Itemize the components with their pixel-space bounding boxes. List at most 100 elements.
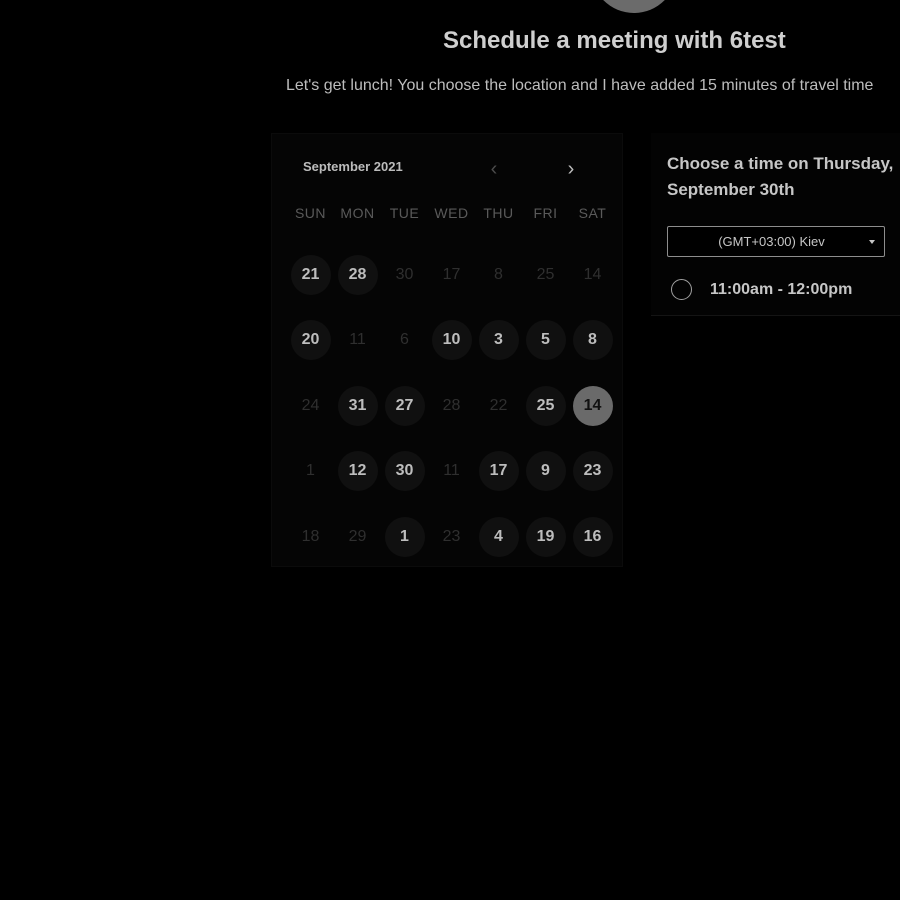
calendar-day[interactable]: 10 (431, 320, 472, 361)
calendar-day: 29 (348, 527, 367, 545)
calendar-day-selected[interactable]: 14 (572, 385, 613, 426)
calendar-day-cell: 11 (334, 308, 381, 374)
calendar-day-cell: 30 (381, 242, 428, 308)
calendar-day: 23 (442, 527, 461, 545)
calendar-day-cell: 21 (287, 242, 334, 308)
calendar-day-cell: 19 (522, 504, 569, 570)
calendar-day-cell: 6 (381, 308, 428, 374)
calendar-day-cell: 23 (428, 504, 475, 570)
calendar-day-cell: 14 (569, 242, 616, 308)
calendar-day: 11 (349, 331, 366, 349)
calendar-day[interactable]: 16 (572, 516, 613, 557)
time-slot-label: 11:00am - 12:00pm (710, 280, 853, 298)
calendar-day-cell: 17 (475, 439, 522, 505)
calendar-day[interactable]: 30 (384, 451, 425, 492)
weekday-label: SAT (578, 205, 607, 221)
calendar-day-cell: 27 (381, 373, 428, 439)
calendar-day: 24 (301, 396, 320, 414)
weekday-label: WED (434, 205, 469, 221)
calendar-day[interactable]: 31 (337, 385, 378, 426)
weekday-label: SUN (294, 205, 327, 221)
calendar-day: 14 (583, 265, 602, 283)
weekday-label: MON (340, 205, 375, 221)
calendar-day: 18 (301, 527, 320, 545)
page-title: Schedule a meeting with 6test (443, 27, 786, 54)
calendar-day-cell: 22 (475, 373, 522, 439)
calendar-day-cell: 5 (522, 308, 569, 374)
calendar-day-cell: 23 (569, 439, 616, 505)
calendar-day: 6 (400, 331, 409, 349)
caret-down-icon (869, 239, 875, 244)
calendar-day-cell: 16 (569, 504, 616, 570)
calendar-day[interactable]: 23 (572, 451, 613, 492)
calendar: September 2021 ‹ › SUN MON TUE WED THU F… (271, 133, 623, 567)
calendar-day-cell: 8 (569, 308, 616, 374)
calendar-day-cell: 25 (522, 242, 569, 308)
calendar-day-cell: 9 (522, 439, 569, 505)
calendar-day: 1 (306, 462, 315, 480)
calendar-day-cell: 3 (475, 308, 522, 374)
calendar-day-cell: 28 (428, 373, 475, 439)
calendar-day-cell: 14 (569, 373, 616, 439)
calendar-day-cell: 31 (334, 373, 381, 439)
calendar-day-cell: 28 (334, 242, 381, 308)
calendar-day-cell: 1 (381, 504, 428, 570)
calendar-day-cell: 29 (334, 504, 381, 570)
calendar-day[interactable]: 20 (290, 320, 331, 361)
calendar-day-cell: 12 (334, 439, 381, 505)
calendar-day: 11 (443, 462, 460, 480)
weekday-header: SUN MON TUE WED THU FRI SAT (287, 205, 616, 221)
timezone-select[interactable]: (GMT+03:00) Kiev (667, 226, 885, 257)
calendar-day: 28 (442, 396, 461, 414)
chevron-right-icon[interactable]: › (560, 158, 582, 180)
calendar-day-cell: 25 (522, 373, 569, 439)
calendar-day[interactable]: 1 (384, 516, 425, 557)
time-picker-panel: Choose a time on Thursday, September 30t… (651, 133, 900, 316)
calendar-day[interactable]: 25 (525, 385, 566, 426)
calendar-day[interactable]: 9 (525, 451, 566, 492)
calendar-day-cell: 4 (475, 504, 522, 570)
calendar-day: 30 (395, 265, 414, 283)
calendar-week-row: 20 11 6 10 3 5 8 (287, 308, 616, 374)
calendar-day-cell: 10 (428, 308, 475, 374)
calendar-day[interactable]: 4 (478, 516, 519, 557)
weekday-label: FRI (533, 205, 558, 221)
weekday-label: THU (483, 205, 514, 221)
calendar-week-row: 1 12 30 11 17 9 23 (287, 439, 616, 505)
calendar-day-cell: 1 (287, 439, 334, 505)
avatar (591, 0, 677, 13)
calendar-week-row: 21 28 30 17 8 25 14 (287, 242, 616, 308)
calendar-day-cell: 24 (287, 373, 334, 439)
chevron-left-icon[interactable]: ‹ (483, 158, 505, 180)
calendar-day-cell: 18 (287, 504, 334, 570)
timezone-value: (GMT+03:00) Kiev (718, 234, 825, 249)
calendar-day: 8 (494, 265, 503, 283)
time-slot-option[interactable]: 11:00am - 12:00pm (671, 279, 852, 300)
calendar-month-label: September 2021 (303, 159, 403, 174)
calendar-day[interactable]: 17 (478, 451, 519, 492)
time-picker-heading: Choose a time on Thursday, September 30t… (667, 154, 894, 199)
calendar-day[interactable]: 5 (525, 320, 566, 361)
calendar-day[interactable]: 21 (290, 254, 331, 295)
calendar-day[interactable]: 8 (572, 320, 613, 361)
page-subtitle: Let's get lunch! You choose the location… (286, 77, 874, 94)
calendar-day-cell: 20 (287, 308, 334, 374)
calendar-day[interactable]: 12 (337, 451, 378, 492)
calendar-day[interactable]: 19 (525, 516, 566, 557)
calendar-week-row: 18 29 1 23 4 19 16 (287, 504, 616, 570)
scheduling-page: Schedule a meeting with 6test Let's get … (0, 0, 900, 900)
calendar-day[interactable]: 27 (384, 385, 425, 426)
calendar-day: 22 (489, 396, 508, 414)
radio-button[interactable] (671, 279, 692, 300)
weekday-label: TUE (389, 205, 420, 221)
calendar-day: 25 (536, 265, 555, 283)
calendar-day[interactable]: 28 (337, 254, 378, 295)
calendar-day: 17 (442, 265, 461, 283)
calendar-day-grid: 21 28 30 17 8 25 14 20 11 6 10 3 5 8 24 31 27 28 22 25 14 1 12… (287, 242, 616, 570)
calendar-day-cell: 11 (428, 439, 475, 505)
calendar-day-cell: 8 (475, 242, 522, 308)
calendar-day-cell: 30 (381, 439, 428, 505)
calendar-day[interactable]: 3 (478, 320, 519, 361)
calendar-day-cell: 17 (428, 242, 475, 308)
calendar-week-row: 24 31 27 28 22 25 14 (287, 373, 616, 439)
